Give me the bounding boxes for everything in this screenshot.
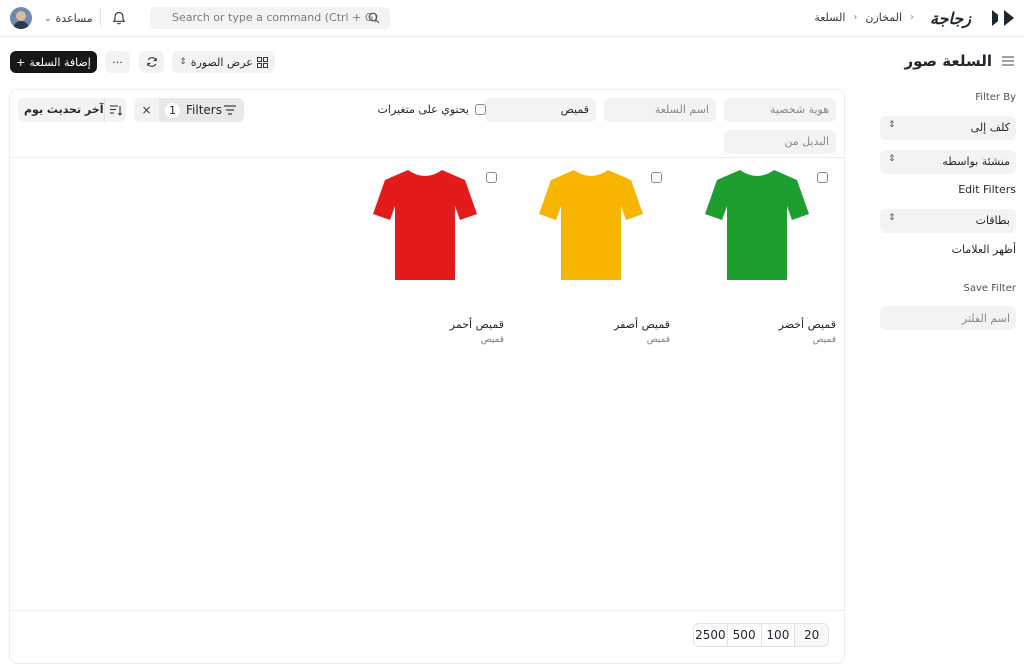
logo-text: زجاجة (930, 9, 972, 29)
assigned-to-label: كلف إلى (970, 121, 1010, 134)
item-subtitle: قميص (646, 335, 670, 345)
divider (10, 610, 844, 611)
sort-selector[interactable]: آخر تحديث يوم (18, 98, 126, 122)
page-length-selector: 2500 500 100 20 (693, 623, 829, 647)
divider (10, 157, 844, 158)
tshirt-shape (373, 170, 477, 280)
chevron-down-icon: ⌄ (44, 13, 52, 24)
add-item-label: إضافة السلعة (29, 55, 91, 69)
sort-label[interactable]: آخر تحديث يوم (24, 103, 103, 116)
search-icon (368, 12, 380, 24)
avatar[interactable] (10, 7, 32, 29)
has-variants-filter[interactable]: يحتوي على متغيرات (378, 103, 486, 116)
created-by-select[interactable]: ⇕ منشئة بواسطه (880, 150, 1016, 174)
item-title[interactable]: قميص أحمر (450, 318, 504, 331)
item-title[interactable]: قميص أصفر (614, 318, 670, 331)
item-image[interactable] (536, 162, 646, 282)
item-select-checkbox[interactable] (651, 172, 662, 183)
search-bar[interactable]: Search or type a command (Ctrl + G) (150, 7, 390, 29)
filters-label: Filters (186, 103, 222, 117)
image-view-panel: هوية شخصية اسم السلعة قميص يحتوي على متغ… (9, 89, 845, 664)
refresh-icon (146, 57, 157, 67)
page-length-500[interactable]: 500 (728, 624, 762, 646)
chevron-updown-icon: ⇕ (179, 57, 187, 67)
help-dropdown[interactable]: ⌄ مساعدة (44, 12, 93, 25)
filter-name-input[interactable]: اسم الفلتر (880, 306, 1016, 330)
filters-button[interactable]: × 1 Filters (134, 98, 244, 122)
filter-icon (224, 105, 236, 115)
breadcrumb: ‹ المخازن ‹ السلعة (814, 11, 914, 24)
view-label: عرض الصورة (190, 55, 253, 69)
bell-icon[interactable] (111, 10, 127, 26)
item-group-filter-input[interactable]: قميص (484, 98, 596, 122)
more-icon: ··· (112, 55, 123, 69)
app-logo[interactable]: زجاجة (928, 6, 1014, 30)
show-tags-link[interactable]: أظهر العلامات (952, 243, 1016, 256)
id-filter-input[interactable]: هوية شخصية (724, 98, 836, 122)
tshirt-shape (539, 170, 643, 280)
save-filter-label: Save Filter (963, 283, 1017, 294)
item-image[interactable] (702, 162, 812, 282)
tags-label: بطاقات (975, 214, 1010, 227)
page-title: السلعة صور (904, 52, 992, 70)
variant-of-filter-input[interactable]: البديل من (724, 130, 836, 154)
id-filter-placeholder: هوية شخصية (769, 103, 829, 116)
view-switcher[interactable]: ⇕ عرض الصورة (172, 51, 275, 73)
sidebar-toggle-icon[interactable] (1002, 55, 1014, 67)
page-length-20[interactable]: 20 (795, 624, 828, 646)
assigned-to-select[interactable]: ⇕ كلف إلى (880, 116, 1016, 140)
filter-name-placeholder: اسم الفلتر (961, 312, 1010, 325)
chevron-updown-icon: ⇕ (888, 120, 896, 130)
page-length-2500[interactable]: 2500 (694, 624, 728, 646)
item-subtitle: قميص (812, 335, 836, 345)
created-by-label: منشئة بواسطه (942, 155, 1010, 168)
add-item-button[interactable]: + إضافة السلعة (10, 51, 97, 73)
chevron-left-icon: ‹ (853, 12, 858, 23)
refresh-button[interactable] (139, 51, 164, 73)
chevron-updown-icon: ⇕ (888, 154, 896, 164)
clear-filters-icon[interactable]: × (134, 98, 159, 122)
more-actions-button[interactable]: ··· (105, 51, 130, 73)
item-name-filter-input[interactable]: اسم السلعة (604, 98, 716, 122)
page-length-100[interactable]: 100 (762, 624, 796, 646)
sort-icon (110, 105, 122, 116)
item-title[interactable]: قميص أخضر (779, 318, 836, 331)
breadcrumb-item[interactable]: السلعة (814, 11, 845, 24)
help-label: مساعدة (55, 12, 93, 25)
chevron-left-icon: ‹ (910, 12, 914, 23)
variant-of-filter-placeholder: البديل من (784, 135, 829, 148)
edit-filters-link[interactable]: Edit Filters (958, 183, 1016, 196)
tshirt-shape (705, 170, 809, 280)
item-image[interactable] (370, 162, 480, 282)
divider (100, 9, 101, 27)
sort-order-button[interactable] (104, 98, 126, 122)
filter-by-label: Filter By (975, 92, 1016, 103)
has-variants-checkbox[interactable] (475, 104, 486, 115)
item-select-checkbox[interactable] (817, 172, 828, 183)
has-variants-label: يحتوي على متغيرات (377, 103, 469, 116)
item-name-filter-placeholder: اسم السلعة (654, 103, 709, 116)
filters-count-badge: 1 (165, 103, 180, 118)
chevron-updown-icon: ⇕ (888, 213, 896, 223)
breadcrumb-stock[interactable]: المخازن (865, 11, 902, 24)
grid-icon (256, 56, 268, 68)
search-placeholder: Search or type a command (Ctrl + G) (172, 11, 378, 24)
navbar: ⌄ مساعدة Search or type a command (Ctrl … (0, 0, 1024, 37)
item-subtitle: قميص (480, 335, 504, 345)
tags-select[interactable]: ⇕ بطاقات (880, 209, 1016, 233)
item-select-checkbox[interactable] (486, 172, 497, 183)
item-group-filter-value: قميص (560, 103, 589, 116)
plus-icon: + (16, 55, 26, 69)
